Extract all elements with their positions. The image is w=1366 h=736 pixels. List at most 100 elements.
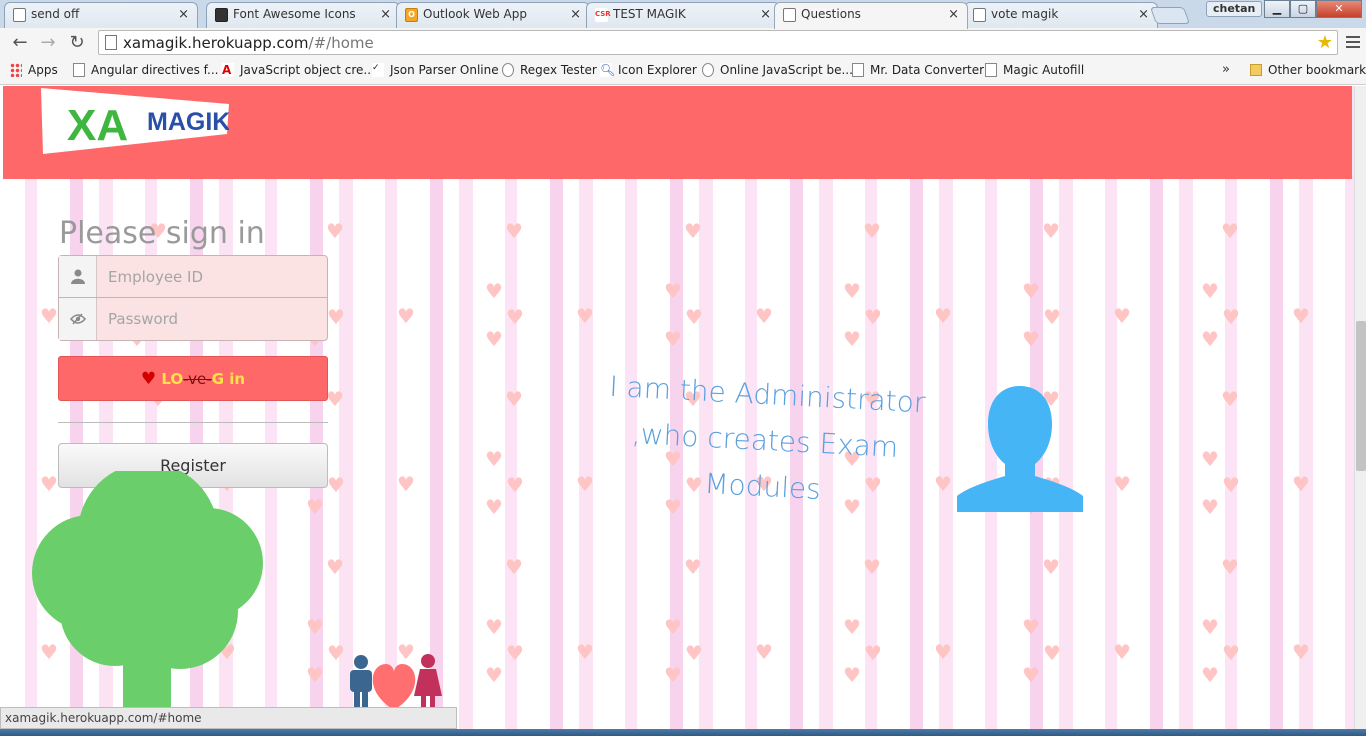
fontawesome-icon — [215, 8, 228, 22]
bookmark-regex-tester[interactable]: Regex Tester — [502, 63, 597, 77]
heart-decoration: ♥ — [1221, 555, 1239, 579]
heart-decoration: ♥ — [864, 305, 882, 329]
heart-decoration: ♥ — [505, 387, 523, 411]
admin-tagline: I am the Administrator ,who creates Exam… — [597, 363, 934, 518]
heart-decoration: ♥ — [326, 387, 344, 411]
tab-questions[interactable]: Questions × — [774, 2, 968, 29]
bookmark-label: Mr. Data Converter — [870, 63, 985, 77]
tab-strip: send off × Font Awesome Icons × O Outloo… — [0, 0, 1366, 29]
close-icon[interactable]: × — [760, 7, 771, 22]
employee-id-input[interactable] — [98, 256, 327, 297]
heart-decoration: ♥ — [506, 305, 524, 329]
bookmark-apps[interactable]: Apps — [10, 63, 58, 77]
tree-illustration — [32, 471, 263, 730]
heart-decoration: ♥ — [326, 555, 344, 579]
bookmark-star-icon[interactable]: ★ — [1317, 32, 1333, 53]
heart-decoration: ♥ — [1201, 495, 1219, 519]
bookmark-json-parser[interactable]: ✓ Json Parser Online — [372, 63, 499, 77]
bookmarks-overflow-chevron[interactable]: » — [1222, 62, 1230, 77]
heart-decoration: ♥ — [1222, 641, 1240, 665]
heart-decoration: ♥ — [485, 615, 503, 639]
csr-icon: CSR — [595, 8, 611, 22]
vertical-scrollbar[interactable] — [1354, 86, 1366, 730]
window-close-button[interactable]: ✕ — [1316, 0, 1362, 18]
tab-title: send off — [31, 7, 80, 21]
login-label-g: G — [211, 370, 225, 388]
heart-decoration: ♥ — [664, 663, 682, 687]
tab-outlook[interactable]: O Outlook Web App × — [396, 2, 590, 28]
minimize-button[interactable]: ▁ — [1264, 0, 1290, 18]
close-icon[interactable]: × — [948, 7, 959, 22]
close-icon[interactable]: × — [178, 7, 189, 22]
reload-icon[interactable]: ↻ — [66, 32, 88, 54]
bookmarks-bar: Apps Angular directives f... A JavaScript… — [0, 58, 1366, 85]
heart-decoration: ♥ — [1201, 279, 1219, 303]
bookmark-angular[interactable]: Angular directives f... — [73, 63, 218, 77]
tab-send-off[interactable]: send off × — [4, 2, 198, 28]
heart-decoration: ♥ — [934, 640, 952, 664]
heart-decoration: ♥ — [685, 641, 703, 665]
heart-decoration: ♥ — [755, 304, 773, 328]
bookmark-label: Apps — [28, 63, 58, 77]
tab-test-magik[interactable]: CSR TEST MAGIK × — [586, 2, 780, 28]
bookmark-magic-autofill[interactable]: Magic Autofill — [985, 63, 1084, 77]
profile-badge[interactable]: chetan — [1206, 1, 1263, 17]
close-icon[interactable]: × — [1138, 7, 1149, 22]
heart-decoration: ♥ — [326, 219, 344, 243]
maximize-button[interactable]: ▢ — [1290, 0, 1316, 18]
password-field — [58, 298, 328, 341]
close-icon[interactable]: × — [570, 7, 581, 22]
new-tab-button[interactable] — [1149, 7, 1191, 24]
chrome-menu-icon[interactable] — [1346, 33, 1360, 51]
bookmark-label: Magic Autofill — [1003, 63, 1085, 77]
heart-decoration: ♥ — [485, 495, 503, 519]
heart-decoration: ♥ — [485, 279, 503, 303]
heart-decoration: ♥ — [684, 219, 702, 243]
apps-icon — [10, 63, 22, 77]
heart-decoration: ♥ — [1043, 305, 1061, 329]
heart-decoration: ♥ — [1292, 304, 1310, 328]
url-text[interactable]: xamagik.herokuapp.com/#/home — [123, 34, 374, 52]
user-icon — [59, 256, 97, 297]
search-icon: 🔍︎ — [600, 63, 616, 77]
heart-decoration: ♥ — [397, 472, 415, 496]
heart-decoration: ♥ — [1201, 447, 1219, 471]
forward-arrow-icon[interactable]: → — [37, 32, 59, 54]
site-header: XA MAGIK — [3, 86, 1352, 179]
heart-decoration: ♥ — [1221, 387, 1239, 411]
heart-decoration: ♥ — [1113, 640, 1131, 664]
heart-decoration: ♥ — [1022, 663, 1040, 687]
address-bar[interactable]: xamagik.herokuapp.com/#/home ★ — [98, 30, 1338, 55]
tab-font-awesome[interactable]: Font Awesome Icons × — [206, 2, 400, 28]
bookmark-other[interactable]: Other bookmarks — [1250, 63, 1366, 77]
scrollbar-thumb[interactable] — [1356, 321, 1366, 471]
bookmark-icon-explorer[interactable]: 🔍︎ Icon Explorer — [600, 63, 697, 77]
password-input[interactable] — [98, 298, 327, 340]
heart-decoration: ♥ — [1042, 219, 1060, 243]
heart-decoration: ♥ — [1222, 305, 1240, 329]
heart-decoration: ♥ — [755, 640, 773, 664]
bookmark-js-object[interactable]: A JavaScript object cre... — [222, 63, 375, 77]
heart-decoration: ♥ — [1201, 327, 1219, 351]
xamagik-logo[interactable]: XA MAGIK — [39, 86, 229, 154]
bookmark-label: Other bookmarks — [1268, 63, 1366, 77]
bookmark-label: Icon Explorer — [618, 63, 697, 77]
tab-vote-magik[interactable]: vote magik × — [964, 2, 1158, 28]
bookmark-js-beautifier[interactable]: Online JavaScript be... — [702, 63, 853, 77]
heart-decoration: ♥ — [576, 304, 594, 328]
login-button[interactable]: ♥ LO-ve-G in — [58, 356, 328, 401]
heart-decoration: ♥ — [684, 555, 702, 579]
heart-decoration: ♥ — [327, 473, 345, 497]
heart-decoration: ♥ — [934, 472, 952, 496]
heart-decoration: ♥ — [485, 327, 503, 351]
status-bar: xamagik.herokuapp.com/#home — [0, 707, 457, 729]
close-icon[interactable]: × — [380, 7, 391, 22]
tab-title: Outlook Web App — [423, 7, 527, 21]
employee-id-field — [58, 255, 328, 298]
heart-decoration: ♥ — [327, 641, 345, 665]
heart-decoration: ♥ — [1201, 663, 1219, 687]
heart-decoration: ♥ — [1222, 473, 1240, 497]
back-arrow-icon[interactable]: ← — [9, 32, 31, 54]
bookmark-data-converter[interactable]: Mr. Data Converter — [852, 63, 984, 77]
user-silhouette-icon — [957, 386, 1083, 512]
